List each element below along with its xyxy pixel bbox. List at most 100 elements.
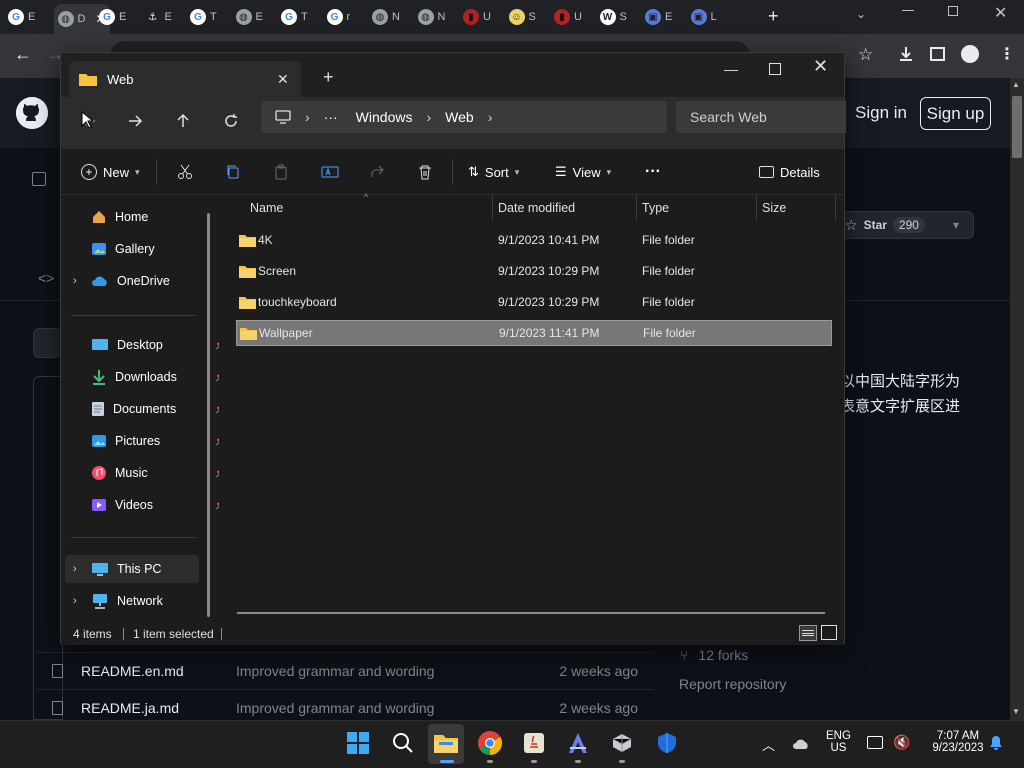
explorer-tab-web[interactable]: Web ✕ (69, 61, 301, 97)
download-icon[interactable] (897, 45, 915, 63)
cut-icon[interactable] (177, 157, 193, 187)
github-commit-message[interactable]: Improved grammar and wording (236, 663, 434, 679)
column-divider[interactable] (835, 195, 836, 221)
nav-item-pictures[interactable]: Pictures 📌 (91, 427, 227, 455)
browser-tab[interactable]: ▣ L (690, 5, 717, 29)
column-header-date[interactable]: Date modified (498, 201, 575, 215)
side-panel-icon[interactable] (930, 47, 945, 61)
minimize-icon[interactable]: — (724, 61, 738, 77)
github-file-row[interactable]: README.en.md Improved grammar and wording… (36, 652, 654, 689)
maximize-icon[interactable] (769, 63, 781, 75)
github-logo-icon[interactable] (16, 97, 48, 129)
browser-tab[interactable]: ☺ S (508, 5, 536, 29)
chevron-right-icon[interactable]: › (426, 109, 431, 125)
address-overflow[interactable]: ··· (324, 109, 338, 125)
file-row[interactable]: touchkeyboard 9/1/2023 10:29 PM File folde… (236, 289, 832, 315)
computer-icon[interactable] (275, 110, 291, 124)
file-row[interactable]: Wallpaper 9/1/2023 11:41 PM File folder (236, 320, 832, 346)
language-indicator[interactable]: ENG US (826, 730, 851, 754)
new-tab-icon[interactable]: + (768, 6, 779, 27)
search-icon[interactable] (390, 730, 416, 756)
browser-tab[interactable]: ▣ E (645, 5, 672, 29)
page-scrollbar[interactable] (1010, 78, 1024, 720)
browser-tab[interactable]: GT (190, 5, 217, 29)
nav-item-this-pc[interactable]: This PC (65, 555, 199, 583)
volume-muted-icon[interactable]: 🔇 (893, 734, 910, 751)
notification-bell-icon[interactable] (988, 735, 1004, 751)
nav-item-music[interactable]: Music 📌 (91, 459, 227, 487)
tab-search-icon[interactable]: ⌄ (856, 7, 866, 21)
more-options-icon[interactable]: ··· (645, 157, 661, 187)
browser-minimize-icon[interactable] (902, 10, 914, 11)
nav-item-gallery[interactable]: Gallery (91, 235, 221, 263)
browser-back-icon[interactable]: ← (14, 44, 32, 65)
sign-up-button[interactable]: Sign up (920, 97, 991, 130)
code-icon[interactable]: <> (38, 270, 54, 286)
nav-item-desktop[interactable]: Desktop 📌 (91, 331, 227, 359)
file-row[interactable]: 4K 9/1/2023 10:41 PM File folder (236, 227, 832, 253)
chevron-right-icon[interactable]: › (73, 595, 77, 607)
browser-tab[interactable]: WS (599, 5, 627, 29)
page-scroll-thumb[interactable] (1012, 96, 1022, 158)
chevron-right-icon[interactable]: › (305, 109, 310, 125)
chevron-right-icon[interactable]: › (73, 563, 77, 575)
nav-item-home[interactable]: Home (91, 203, 221, 231)
scroll-down-arrow-icon[interactable]: ▼ (1012, 707, 1020, 716)
delete-icon[interactable] (417, 157, 433, 187)
nav-item-network[interactable]: Network (91, 587, 221, 615)
forward-icon[interactable] (121, 109, 149, 133)
nav-item-documents[interactable]: Documents 📌 (91, 395, 227, 423)
refresh-icon[interactable] (217, 109, 245, 133)
address-bar[interactable]: › ··· Windows › Web › (261, 101, 667, 133)
chevron-right-icon[interactable]: › (73, 275, 77, 287)
browser-tab[interactable]: Gr (326, 5, 350, 29)
java-app-icon[interactable] (521, 730, 547, 756)
browser-tab[interactable]: ◍ N (417, 5, 445, 29)
file-row[interactable]: Screen 9/1/2023 10:29 PM File folder (236, 258, 832, 284)
browser-tab[interactable]: ▮ U (554, 5, 582, 29)
branch-button[interactable] (33, 328, 61, 358)
search-input[interactable]: Search Web (676, 101, 846, 133)
file-explorer-icon[interactable] (433, 730, 459, 756)
breadcrumb-web[interactable]: Web (445, 109, 474, 125)
profile-avatar-icon[interactable] (961, 45, 979, 63)
star-dropdown-icon[interactable]: ▾ (953, 218, 959, 232)
chrome-icon[interactable] (477, 730, 503, 756)
share-icon[interactable] (369, 157, 385, 187)
column-header-size[interactable]: Size (762, 201, 786, 215)
tray-overflow-chevron-icon[interactable]: ︿ (762, 735, 775, 754)
details-view-icon[interactable] (799, 625, 817, 641)
rename-icon[interactable] (321, 157, 339, 187)
browser-tab[interactable]: ◍ E (235, 5, 263, 29)
forks-count[interactable]: ⑂ 12 forks (680, 647, 748, 663)
details-button[interactable]: Details (759, 157, 820, 187)
onedrive-tray-icon[interactable] (792, 737, 812, 751)
horizontal-scrollbar[interactable] (237, 612, 825, 614)
security-shield-icon[interactable] (654, 730, 680, 756)
column-header-name[interactable]: Name (250, 201, 283, 215)
breadcrumb-windows[interactable]: Windows (356, 109, 413, 125)
browser-tab[interactable]: ⚓ E (144, 5, 172, 29)
browser-restore-icon[interactable] (948, 6, 958, 16)
bookmark-star-icon[interactable]: ☆ (858, 45, 873, 65)
nav-item-downloads[interactable]: Downloads 📌 (91, 363, 227, 391)
github-commit-message[interactable]: Improved grammar and wording (236, 700, 434, 716)
new-button[interactable]: + New ▾ (81, 157, 140, 187)
github-file-name[interactable]: README.ja.md (81, 700, 179, 716)
new-tab-icon[interactable]: + (323, 67, 334, 88)
paste-icon[interactable] (273, 157, 289, 187)
column-divider[interactable] (756, 195, 757, 221)
tab-close-icon[interactable]: ✕ (277, 71, 289, 88)
browser-close-icon[interactable]: ✕ (994, 3, 1007, 23)
star-button[interactable]: ☆ Star 290 ▾ (836, 211, 974, 239)
browser-tab[interactable]: ▮ U (463, 5, 491, 29)
vector-app-icon[interactable] (565, 730, 591, 756)
large-icons-view-icon[interactable] (821, 625, 837, 640)
browser-menu-icon[interactable]: ⋮ (999, 44, 1015, 64)
start-windows-icon[interactable] (345, 730, 371, 756)
chevron-right-icon[interactable]: › (488, 109, 493, 125)
browser-tab[interactable]: ◍ N (372, 5, 400, 29)
column-divider[interactable] (492, 195, 493, 221)
nav-item-onedrive[interactable]: OneDrive (91, 267, 221, 295)
close-icon[interactable]: ✕ (813, 56, 828, 77)
